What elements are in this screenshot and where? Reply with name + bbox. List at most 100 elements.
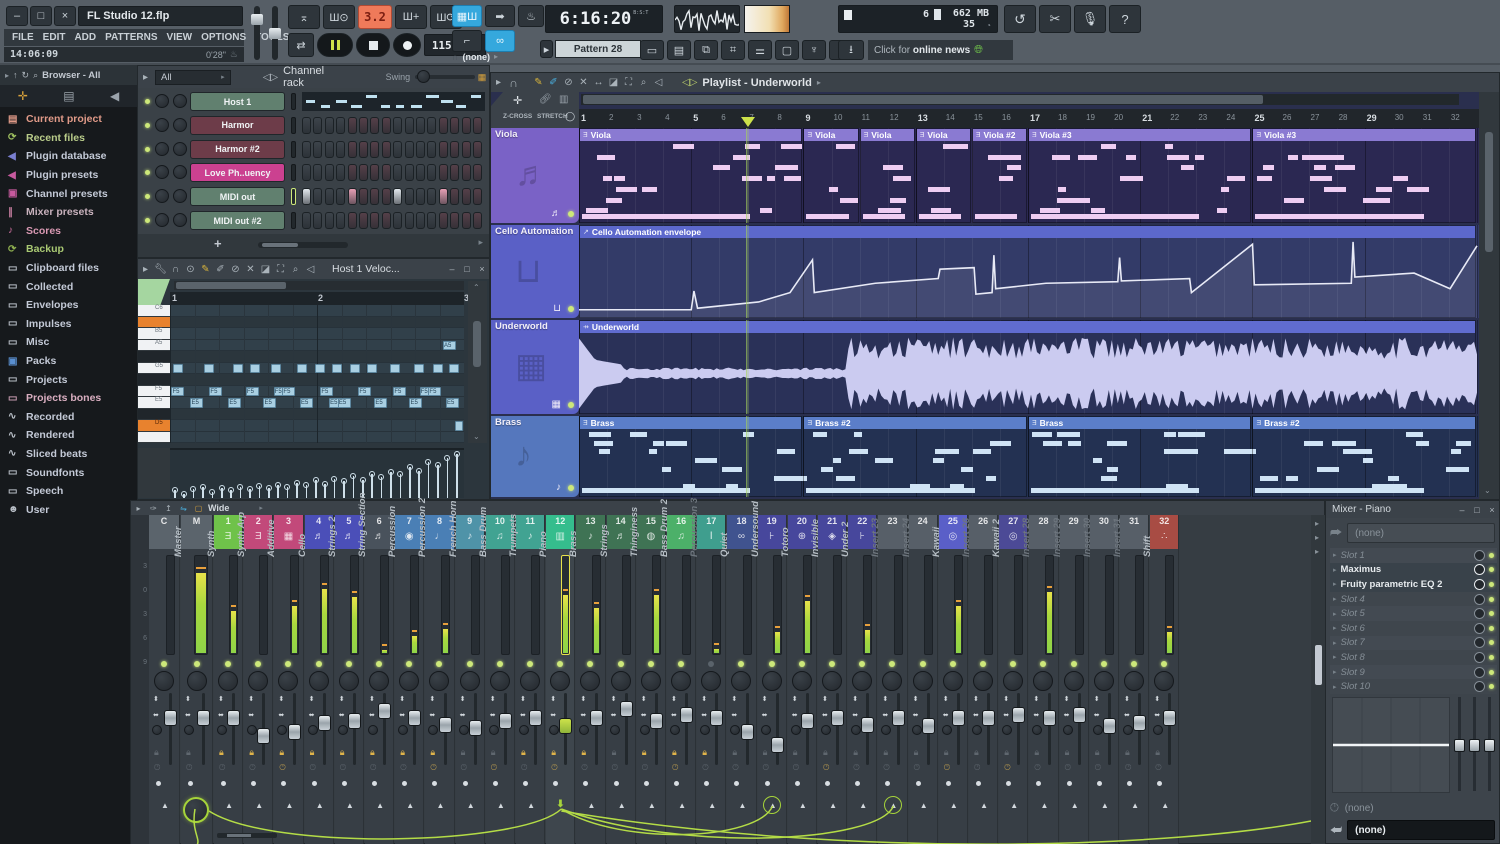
pan-arrows[interactable]: ⬌ [1064, 711, 1070, 719]
channel-pan-knob[interactable] [155, 213, 169, 227]
latency-clock-icon[interactable]: 🕐︎ [914, 763, 920, 773]
sep-knob[interactable] [247, 725, 258, 735]
pan-knob[interactable] [1033, 671, 1054, 691]
route-to-master-arrow[interactable]: ▲ [859, 801, 867, 810]
route-to-master-arrow[interactable]: ▲ [980, 801, 988, 810]
fx-slot-enable-led[interactable] [1489, 552, 1494, 558]
stereo-sep-arrows[interactable]: ⬍ [248, 695, 254, 703]
fx-slot-mix-knob[interactable] [1474, 681, 1485, 693]
latency-clock-icon[interactable]: 🕐︎ [1095, 763, 1101, 773]
step-cell[interactable] [404, 212, 414, 229]
pr-note[interactable] [314, 363, 325, 373]
lock-icon[interactable]: 🔒︎ [154, 747, 159, 758]
pan-knob[interactable] [1154, 671, 1175, 691]
pr-note[interactable]: E5 [337, 398, 351, 408]
fx-slot-8[interactable]: ▸ Slot 8 [1330, 650, 1497, 665]
pr-magnet-icon[interactable]: ∩ [168, 264, 183, 275]
latency-clock-icon[interactable]: 🕐︎ [491, 763, 497, 773]
pr-menu-icon[interactable]: ▸ [138, 264, 153, 275]
step-cell[interactable] [461, 116, 471, 134]
lock-icon[interactable]: 🔒︎ [521, 747, 526, 758]
sep-knob[interactable] [821, 725, 831, 735]
pr-note[interactable]: E5 [190, 398, 204, 408]
pan-arrows[interactable]: ⬌ [792, 711, 798, 719]
mute-led[interactable] [798, 661, 805, 667]
sep-knob[interactable] [217, 725, 227, 735]
track-lane[interactable]: ↗ Cello Automation envelope [579, 225, 1479, 318]
sep-knob[interactable] [458, 725, 469, 735]
piano-key[interactable] [138, 362, 170, 374]
stereo-sep-arrows[interactable]: ⬍ [490, 695, 496, 703]
fader-track[interactable] [715, 693, 719, 765]
browser-item-mixer-presets[interactable]: ∥ Mixer presets [0, 203, 137, 222]
mute-led[interactable] [1010, 661, 1017, 667]
fx-slot-enable-led[interactable] [1489, 611, 1494, 617]
pan-arrows[interactable]: ⬌ [671, 711, 677, 719]
mixer-strip-insert-26[interactable]: 26 Insert 26 ⬍ ⬌ 🔒︎ 🕐︎ ▲ [961, 515, 999, 844]
browser-item-envelopes[interactable]: ▭ Envelopes [0, 296, 137, 315]
menu-file[interactable]: FILE [12, 32, 34, 43]
record-arm-dot[interactable] [915, 781, 921, 786]
pan-arrows[interactable]: ⬌ [369, 711, 375, 719]
mixer-menu-icon[interactable]: ▸ [131, 504, 146, 513]
fader-track[interactable] [413, 693, 417, 765]
step-cell[interactable] [347, 188, 357, 206]
piano-key[interactable] [138, 385, 170, 397]
fx-slot-enable-led[interactable] [1489, 654, 1494, 660]
sep-knob[interactable] [670, 725, 680, 735]
pan-arrows[interactable]: ⬌ [490, 711, 496, 719]
stereo-sep-arrows[interactable]: ⬍ [1094, 695, 1100, 703]
browser-collapse-icon[interactable]: ▸ [5, 71, 9, 80]
piano-key[interactable] [138, 339, 170, 351]
fx-slot-mix-knob[interactable] [1474, 578, 1485, 590]
pr-slice-tool[interactable]: ◪ [258, 264, 273, 275]
pan-arrows[interactable]: ⬌ [762, 711, 768, 719]
latency-clock-icon[interactable]: 🕐︎ [672, 763, 678, 773]
channel-led[interactable] [145, 170, 150, 176]
channel-led[interactable] [145, 99, 150, 104]
route-to-master-arrow[interactable]: ▲ [436, 801, 444, 810]
sep-knob[interactable] [911, 725, 922, 735]
record-arm-dot[interactable] [613, 781, 619, 786]
pan-arrows[interactable]: ⬌ [399, 711, 405, 719]
channel-target-fader[interactable] [291, 140, 296, 158]
mixer-strip-insert-23[interactable]: 23 Insert 23 ⬍ ⬌ 🔒︎ 🕐︎ ▲ [870, 515, 908, 844]
pr-note[interactable]: F5 [358, 386, 372, 396]
lock-icon[interactable]: 🔒︎ [672, 747, 677, 758]
latency-clock-icon[interactable]: 🕐︎ [612, 763, 618, 773]
menu-patterns[interactable]: PATTERNS [105, 32, 157, 43]
stop-button[interactable] [356, 33, 390, 57]
stretch-label[interactable]: STRETCH [537, 113, 568, 120]
route-to-master-arrow[interactable]: ▲ [346, 801, 354, 810]
pr-note[interactable] [349, 363, 360, 373]
record-arm-dot[interactable] [674, 781, 679, 786]
browser-item-recorded[interactable]: ∿ Recorded [0, 408, 137, 427]
fader-track[interactable] [685, 693, 689, 765]
step-cell[interactable] [381, 116, 391, 134]
toggle-plugin-icon[interactable]: ♆ [802, 40, 826, 60]
mixer-strip-insert-30[interactable]: 30 Insert 30 ⬍ ⬌ 🔒︎ 🕐︎ ▲ [1082, 515, 1119, 844]
stereo-sep-arrows[interactable]: ⬍ [671, 695, 677, 703]
record-arm-dot[interactable] [311, 781, 317, 786]
stereo-sep-arrows[interactable]: ⬍ [731, 695, 737, 703]
step-cell[interactable] [359, 140, 368, 158]
menu-view[interactable]: VIEW [167, 32, 193, 43]
pan-arrows[interactable]: ⬌ [852, 711, 858, 719]
record-arm-dot[interactable] [643, 781, 649, 786]
route-to-master-arrow[interactable]: ▲ [467, 801, 475, 810]
step-cell[interactable] [347, 164, 357, 182]
toggle-browser-icon[interactable]: ⌗ [721, 40, 745, 60]
channel-pan-knob[interactable] [155, 94, 169, 108]
channel-target-fader[interactable] [291, 93, 296, 110]
lock-icon[interactable]: 🔒︎ [732, 747, 737, 758]
lock-icon[interactable]: 🔒︎ [186, 747, 191, 758]
route-to-master-arrow[interactable]: ▲ [708, 801, 716, 810]
fader-handle[interactable] [317, 715, 331, 732]
pan-arrows[interactable]: ⬌ [520, 711, 526, 719]
pan-arrows[interactable]: ⬌ [218, 711, 224, 719]
fader-handle[interactable] [498, 712, 512, 729]
step-edit-button[interactable]: Ш+ [395, 5, 427, 29]
fader-track[interactable] [594, 693, 598, 765]
clip-pattern[interactable]: Ǝ Viola [579, 128, 803, 223]
lock-icon[interactable]: 🔒︎ [612, 747, 617, 758]
